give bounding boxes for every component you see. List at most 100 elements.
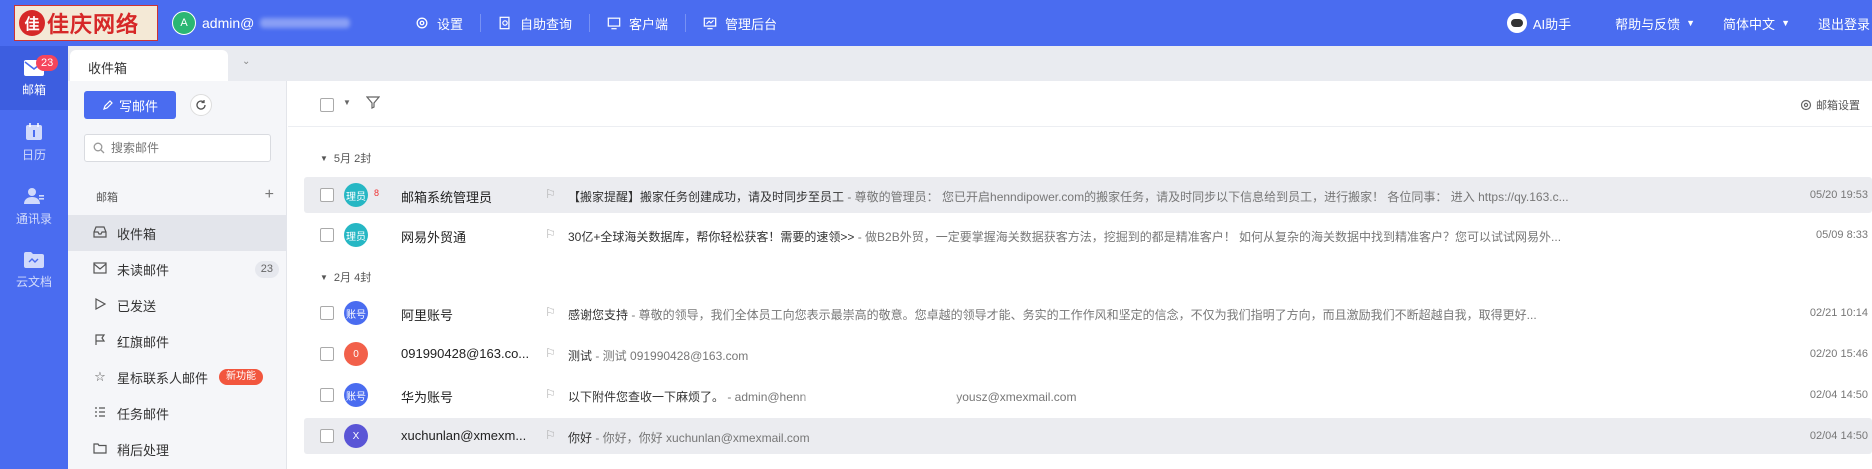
bookmark-icon: 8 [374,188,380,198]
flag-icon[interactable]: ⚐ [545,305,556,319]
folder-later[interactable]: 稍后处理 [68,431,287,467]
select-all-checkbox[interactable] [320,98,334,112]
flag-icon[interactable]: ⚐ [545,387,556,401]
group-header-feb[interactable]: ▼ 2月 4封 [320,269,371,285]
caret-down-icon: ▼ [1781,18,1790,28]
folder-unread[interactable]: 未读邮件 23 [68,251,287,287]
folder-label: 稍后处理 [117,442,170,458]
filter-icon[interactable] [365,95,381,112]
chevron-down-icon[interactable]: ⌄ [242,56,250,67]
compose-button[interactable]: 写邮件 [84,91,176,119]
table-row[interactable]: 理员 8 邮箱系统管理员 ⚐ 【搬家提醒】搬家任务创建成功，请及时同步至员工 -… [304,177,1872,213]
preview: 【搬家提醒】搬家任务创建成功，请及时同步至员工 - 尊敬的管理员： 您已开启he… [568,190,1569,204]
avatar: X [344,424,368,448]
logout-button[interactable]: 退出登录 [1804,14,1872,33]
company-logo[interactable]: 佳 佳庆网络 [14,5,158,41]
calendar-icon [26,122,42,140]
search-input[interactable] [111,141,261,155]
app-rail: 23 邮箱 日历 通讯录 云文档 [0,46,68,469]
flag-icon[interactable]: ⚐ [545,187,556,201]
user-name: admin@ [202,15,255,31]
top-right-menu: AI助手 帮助与反馈 ▼ 简体中文 ▼ 退出登录 [1493,0,1872,46]
rail-contacts[interactable]: 通讯录 [0,174,68,238]
table-row[interactable]: 0 091990428@163.co... ⚐ 测试 - 测试 09199042… [304,336,1872,372]
inbox-icon [92,225,108,241]
compose-label: 写邮件 [118,98,158,114]
folder-tasks[interactable]: 任务邮件 [68,395,287,431]
search-box [84,134,271,162]
help-feedback-menu[interactable]: 帮助与反馈 ▼ [1601,14,1709,33]
row-checkbox[interactable] [320,188,334,202]
folder-label: 未读邮件 [117,262,170,278]
rail-label: 云文档 [15,274,52,289]
flag-icon[interactable]: ⚐ [545,346,556,360]
folder-flagged[interactable]: 红旗邮件 [68,323,287,359]
list-toolbar: ▼ 邮箱设置 [288,81,1872,127]
redacted-text [806,392,957,403]
settings-label: 邮箱设置 [1816,100,1860,112]
rail-label: 通讯录 [15,211,52,226]
nav-self-query[interactable]: 自助查询 [480,14,589,32]
search-doc-icon [499,16,510,30]
folder-label: 红旗邮件 [117,334,170,350]
sender: 网易外贸通 [401,230,467,245]
nav-label: 管理后台 [725,16,778,32]
mail-sidebar: 写邮件 邮箱 + 收件箱 未读邮件 23 已发送 [68,81,287,469]
sender: 091990428@163.co... [401,346,530,361]
table-row[interactable]: 账号 华为账号 ⚐ 以下附件您查收一下麻烦了。 - admin@henn yous… [304,377,1872,413]
avatar: 理员 [344,223,368,247]
ai-assistant-button[interactable]: AI助手 [1493,13,1585,33]
folder-starred-contacts[interactable]: ☆ 星标联系人邮件 新功能 [68,359,287,395]
preview: 以下附件您查收一下麻烦了。 - admin@henn yousz@xmexmail… [568,390,1077,404]
flag-icon[interactable]: ⚐ [545,227,556,241]
group-header-may[interactable]: ▼ 5月 2封 [320,150,371,166]
tasklist-icon [92,406,108,421]
monitor-icon [607,17,621,30]
nav-client[interactable]: 客户端 [589,14,685,32]
help-label: 帮助与反馈 [1615,16,1681,32]
unread-count: 23 [254,260,279,278]
mail-list-pane: ▼ 邮箱设置 ▼ 5月 2封 理员 8 邮箱系统管理员 ⚐ 【搬家提醒】搬家任务… [288,81,1872,469]
row-checkbox[interactable] [320,429,334,443]
rail-mail[interactable]: 23 邮箱 [0,46,68,110]
sender: xuchunlan@xmexm... [401,428,527,443]
folder-sent[interactable]: 已发送 [68,287,287,323]
add-folder-icon[interactable]: + [265,187,274,205]
user-menu[interactable]: A admin@ [172,11,351,35]
gear-icon [1800,99,1812,111]
nav-admin[interactable]: 管理后台 [685,14,794,32]
language-menu[interactable]: 简体中文 ▼ [1709,14,1804,33]
table-row[interactable]: X xuchunlan@xmexm... ⚐ 你好 - 你好，你好 xuchun… [304,418,1872,454]
preview: 感谢您支持 - 尊敬的领导，我们全体员工向您表示最崇高的敬意。您卓越的领导才能、… [568,308,1537,322]
contacts-icon [24,187,44,204]
mailbox-section-header: 邮箱 + [96,187,274,205]
flag-icon[interactable]: ⚐ [545,428,556,442]
folder-label: 收件箱 [117,226,157,242]
mailbox-settings-button[interactable]: 邮箱设置 [1800,97,1860,113]
folder-inbox[interactable]: 收件箱 [68,215,287,251]
logo-text: 佳庆网络 [47,12,140,38]
preview: 你好 - 你好，你好 xuchunlan@xmexmail.com [568,431,810,445]
row-checkbox[interactable] [320,228,334,242]
row-checkbox[interactable] [320,388,334,402]
table-row[interactable]: 理员 网易外贸通 ⚐ 30亿+全球海关数据库，帮你轻松获客！需要的速领>> - … [304,217,1872,253]
tab-inbox[interactable]: 收件箱 [70,50,228,81]
table-row[interactable]: 账号 阿里账号 ⚐ 感谢您支持 - 尊敬的领导，我们全体员工向您表示最崇高的敬意… [304,295,1872,331]
caret-down-icon[interactable]: ▼ [343,98,351,107]
folder-label: 任务邮件 [117,406,170,422]
avatar: 账号 [344,301,368,325]
nav-settings[interactable]: 设置 [398,14,480,32]
rail-label: 日历 [21,147,46,162]
row-checkbox[interactable] [320,347,334,361]
caret-down-icon: ▼ [320,153,328,163]
new-feature-badge: 新功能 [219,369,264,385]
unread-icon [92,261,108,277]
gear-icon [416,17,428,29]
row-checkbox[interactable] [320,306,334,320]
date: 02/20 15:46 [1809,348,1868,360]
date: 05/09 8:33 [1816,229,1868,241]
avatar: A [172,11,196,35]
rail-calendar[interactable]: 日历 [0,110,68,174]
refresh-button[interactable] [190,94,212,116]
rail-cloud-docs[interactable]: 云文档 [0,238,68,302]
